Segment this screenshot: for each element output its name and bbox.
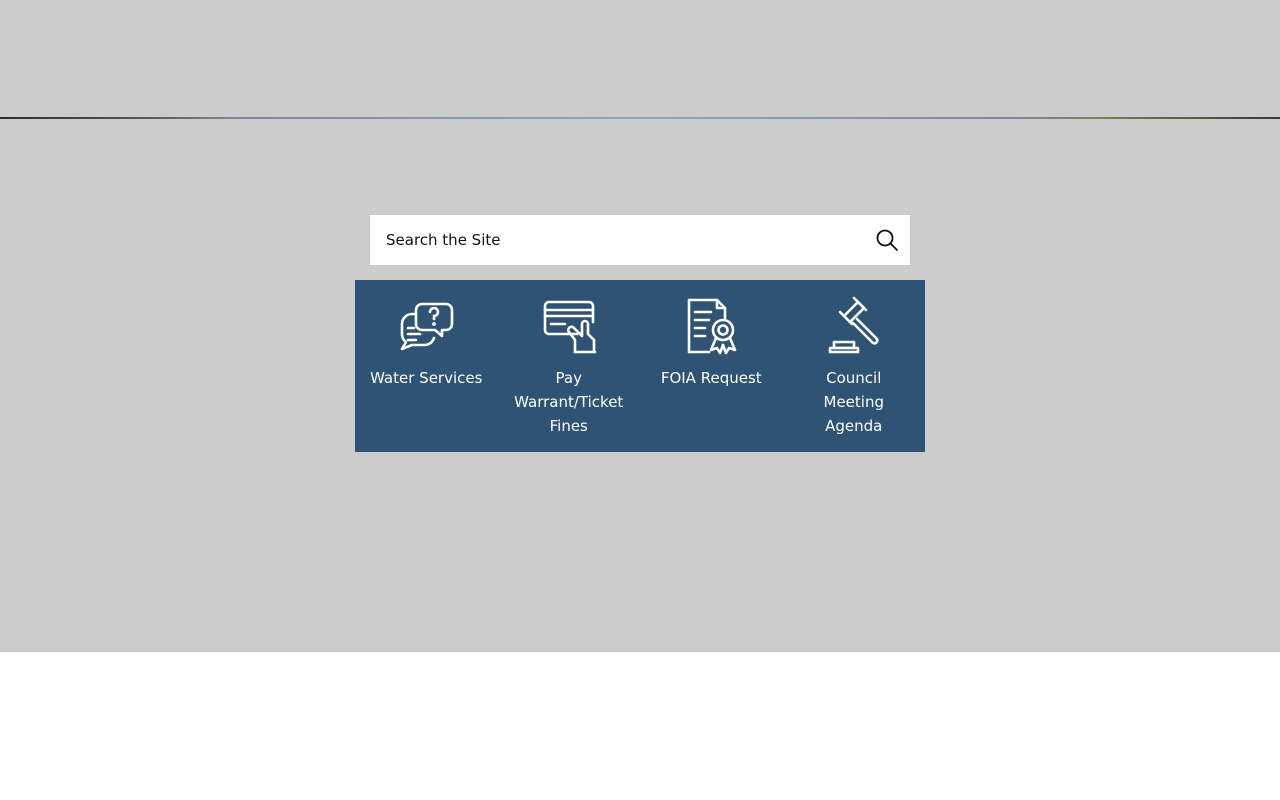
search-button[interactable] xyxy=(874,227,900,253)
quick-link-pay-fines[interactable]: Pay Warrant/Ticket Fines xyxy=(498,280,641,452)
quick-link-label: Water Services xyxy=(370,369,483,387)
quick-link-label: Council Meeting Agenda xyxy=(823,369,884,435)
search-icon xyxy=(876,229,898,251)
certificate-document-icon xyxy=(687,298,737,355)
quick-links-panel: Water Services Pay Warrant/Ticket Fines xyxy=(355,280,925,452)
quick-link-label: Pay Warrant/Ticket Fines xyxy=(514,369,624,435)
quick-link-foia-request[interactable]: FOIA Request xyxy=(640,280,783,452)
search-input[interactable] xyxy=(370,215,850,265)
chat-question-icon xyxy=(400,302,454,351)
gavel-icon xyxy=(828,296,879,354)
quick-link-label: FOIA Request xyxy=(660,369,762,387)
credit-card-hand-icon xyxy=(543,300,597,354)
site-search-form xyxy=(370,215,910,265)
quick-link-council-agenda[interactable]: Council Meeting Agenda xyxy=(783,280,926,452)
quick-link-water-services[interactable]: Water Services xyxy=(355,280,498,452)
hero-horizon-line xyxy=(0,117,1280,119)
hero-banner: Water Services Pay Warrant/Ticket Fines xyxy=(0,0,1280,652)
